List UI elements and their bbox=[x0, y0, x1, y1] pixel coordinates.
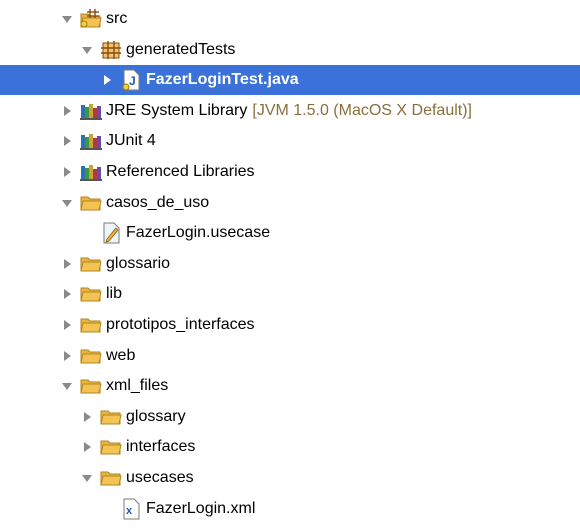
tree-item[interactable]: web bbox=[0, 341, 580, 371]
no-twisty-spacer bbox=[80, 226, 94, 240]
collapsed-twisty-icon[interactable] bbox=[60, 287, 74, 301]
library-icon bbox=[80, 100, 102, 122]
svg-text:x: x bbox=[126, 505, 133, 517]
java-file-icon: J bbox=[120, 69, 142, 91]
tree-item-label: glossario bbox=[106, 254, 171, 272]
tree-item[interactable]: glossary bbox=[0, 402, 580, 432]
folder-icon bbox=[80, 375, 102, 397]
tree-item-label: FazerLoginTest.java bbox=[146, 71, 299, 89]
tree-item-label: casos_de_uso bbox=[106, 193, 210, 211]
source-package-folder-icon bbox=[80, 8, 102, 30]
usecase-file-icon bbox=[100, 222, 122, 244]
collapsed-twisty-icon[interactable] bbox=[60, 134, 74, 148]
tree-item-label: generatedTests bbox=[126, 40, 236, 58]
folder-icon bbox=[80, 314, 102, 336]
folder-icon bbox=[80, 283, 102, 305]
tree-item[interactable]: glossario bbox=[0, 249, 580, 279]
tree-item[interactable]: lib bbox=[0, 279, 580, 309]
tree-item-label: FazerLogin.usecase bbox=[126, 224, 271, 242]
tree-item-label: JUnit 4 bbox=[106, 132, 156, 150]
folder-icon bbox=[80, 253, 102, 275]
tree-item[interactable]: x FazerLogin.xml bbox=[0, 494, 580, 524]
tree-item[interactable]: interfaces bbox=[0, 432, 580, 462]
tree-item[interactable]: usecases bbox=[0, 463, 580, 493]
folder-icon bbox=[100, 467, 122, 489]
tree-item-label: FazerLogin.xml bbox=[146, 499, 256, 517]
tree-item-label: xml_files bbox=[106, 377, 169, 395]
library-icon bbox=[80, 130, 102, 152]
tree-item-label: usecases bbox=[126, 469, 194, 486]
collapsed-twisty-icon[interactable] bbox=[100, 73, 114, 87]
tree-item-label: glossary bbox=[126, 407, 186, 425]
expanded-twisty-icon[interactable] bbox=[80, 471, 94, 485]
no-twisty-spacer bbox=[100, 502, 114, 516]
tree-item[interactable]: JRE System Library [JVM 1.5.0 (MacOS X De… bbox=[0, 96, 580, 126]
svg-text:J: J bbox=[129, 74, 136, 88]
expanded-twisty-icon[interactable] bbox=[60, 379, 74, 393]
tree-item-label: lib bbox=[106, 285, 123, 303]
tree-item[interactable]: JUnit 4 bbox=[0, 126, 580, 156]
tree-item[interactable]: xml_files bbox=[0, 371, 580, 401]
tree-item-label: web bbox=[106, 346, 136, 364]
expanded-twisty-icon[interactable] bbox=[60, 196, 74, 210]
folder-icon bbox=[100, 406, 122, 428]
folder-icon bbox=[80, 345, 102, 367]
collapsed-twisty-icon[interactable] bbox=[80, 440, 94, 454]
project-explorer-tree: src generatedTests J FazerLoginTest.java… bbox=[0, 0, 580, 531]
collapsed-twisty-icon[interactable] bbox=[60, 257, 74, 271]
expanded-twisty-icon[interactable] bbox=[60, 12, 74, 26]
tree-item-decoration: [JVM 1.5.0 (MacOS X Default)] bbox=[252, 101, 472, 119]
tree-item[interactable]: Referenced Libraries bbox=[0, 157, 580, 187]
collapsed-twisty-icon[interactable] bbox=[60, 318, 74, 332]
expanded-twisty-icon[interactable] bbox=[80, 43, 94, 57]
tree-item-label: src bbox=[106, 10, 128, 27]
collapsed-twisty-icon[interactable] bbox=[60, 349, 74, 363]
tree-item[interactable]: src bbox=[0, 4, 580, 34]
xml-file-icon: x bbox=[120, 498, 142, 520]
collapsed-twisty-icon[interactable] bbox=[80, 410, 94, 424]
tree-item-label: Referenced Libraries bbox=[106, 163, 255, 180]
tree-item[interactable]: casos_de_uso bbox=[0, 188, 580, 218]
tree-item[interactable]: FazerLogin.usecase bbox=[0, 218, 580, 248]
tree-item[interactable]: J FazerLoginTest.java bbox=[0, 65, 580, 96]
tree-item-label: JRE System Library bbox=[106, 101, 248, 119]
package-icon bbox=[100, 39, 122, 61]
tree-item-label: prototipos_interfaces bbox=[106, 316, 255, 333]
folder-icon bbox=[80, 192, 102, 214]
library-icon bbox=[80, 161, 102, 183]
folder-icon bbox=[100, 436, 122, 458]
tree-item-label: interfaces bbox=[126, 438, 196, 456]
collapsed-twisty-icon[interactable] bbox=[60, 104, 74, 118]
tree-item[interactable]: prototipos_interfaces bbox=[0, 310, 580, 340]
tree-item[interactable]: generatedTests bbox=[0, 35, 580, 65]
collapsed-twisty-icon[interactable] bbox=[60, 165, 74, 179]
